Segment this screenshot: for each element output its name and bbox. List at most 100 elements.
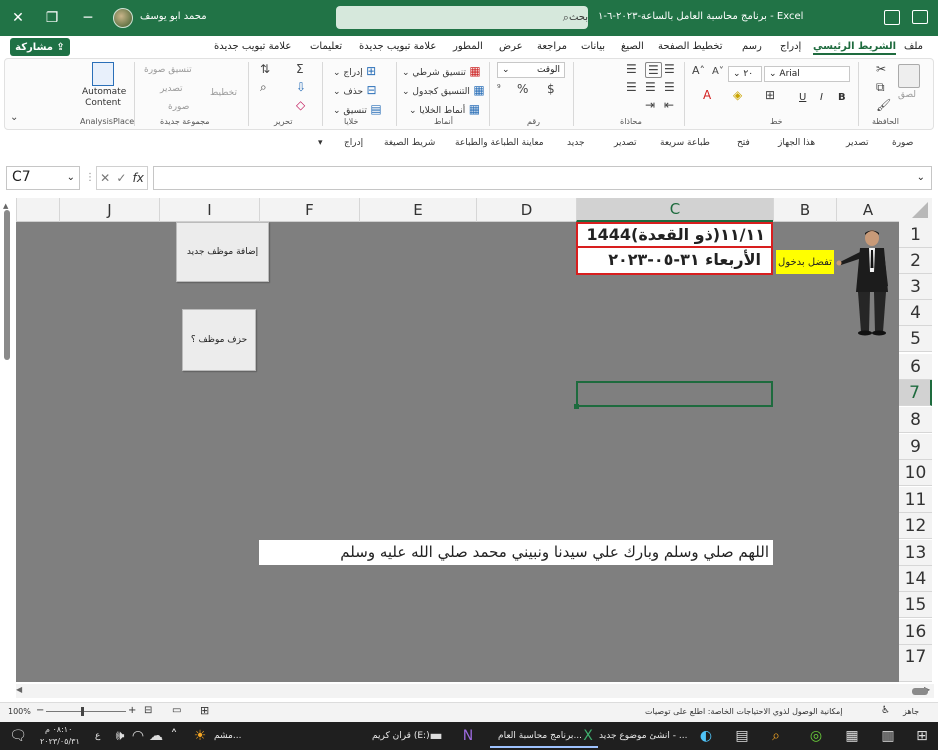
paste-icon[interactable] [898, 64, 920, 88]
layout-button[interactable]: تخطيط [210, 88, 237, 98]
tab-home[interactable]: الشريط الرئيسي [813, 41, 897, 55]
expand-formula-icon[interactable]: ⌄ [917, 172, 925, 183]
tab-new-1[interactable]: علامة تبويب جديدة [359, 41, 436, 52]
accessibility-status[interactable]: إمكانية الوصول لذوي الاحتياجات الخاصة: ا… [645, 707, 842, 716]
row-header-13[interactable]: 13 [899, 540, 932, 566]
qat-this-device[interactable]: هذا الجهاز [778, 138, 815, 148]
task-item-new-topic[interactable]: انشئ موضوع جديد - ... [599, 731, 687, 741]
delete-employee-button[interactable]: حزف موظف ؟ [182, 309, 256, 371]
scroll-up-icon[interactable]: ▲ [3, 202, 8, 210]
align-left-icon[interactable]: ☰ [626, 80, 637, 94]
row-header-8[interactable]: 8 [899, 407, 932, 433]
page-layout-view-icon[interactable]: ▭ [172, 705, 181, 716]
tab-new-2[interactable]: علامة تبويب جديدة [214, 41, 291, 52]
find-select-icon[interactable]: ⌕ [260, 80, 267, 95]
name-box[interactable]: C7 ⌄ [6, 166, 80, 190]
column-header-a[interactable]: A [836, 198, 899, 222]
row-header-7[interactable]: 7 [899, 380, 932, 406]
insert-function-button[interactable]: fx [133, 171, 144, 185]
qat-new[interactable]: جديد [567, 138, 585, 148]
calculator-icon[interactable]: ▦ [842, 726, 862, 746]
onenote-icon[interactable]: N [458, 726, 478, 746]
row-header-15[interactable]: 15 [899, 592, 932, 618]
task-view-icon[interactable]: ▥ [878, 726, 898, 746]
decrease-font-icon[interactable]: A˅ [712, 66, 724, 77]
volume-icon[interactable]: 🕪 [110, 726, 130, 746]
font-color-icon[interactable]: A [703, 88, 711, 102]
row-header-3[interactable]: 3 [899, 274, 932, 300]
cloud-icon[interactable]: ☁ [146, 726, 166, 746]
login-button[interactable]: تفضل بدخول [776, 250, 834, 274]
zoom-level[interactable]: 100% [8, 707, 31, 716]
column-header-i[interactable]: I [159, 198, 259, 222]
font-size-dropdown[interactable]: ⌄ ٢٠ [728, 66, 762, 82]
cut-icon[interactable]: ✂ [876, 62, 886, 76]
tab-draw[interactable]: رسم [742, 41, 762, 52]
align-top-icon[interactable]: ☰ [664, 62, 675, 76]
chevron-up-icon[interactable]: ˄ [164, 726, 184, 746]
percent-button[interactable]: % [517, 82, 528, 96]
format-as-table-button[interactable]: ⌄ التنسيق كجدول ▦ [402, 83, 485, 97]
comma-style-icon[interactable]: ⁹ [497, 84, 501, 94]
restore-button[interactable]: ❐ [34, 0, 70, 36]
tab-insert[interactable]: إدراج [780, 41, 801, 52]
row-header-6[interactable]: 6 [899, 354, 932, 380]
qat-export[interactable]: تصدير [846, 138, 869, 148]
tab-formulas[interactable]: الصيغ [621, 41, 644, 52]
edge-icon[interactable]: ◐ [696, 726, 716, 746]
underline-button[interactable]: U [799, 92, 806, 103]
cell-c2-gregorian-date[interactable]: الأربعاء ٣١-٠٥-٢٠٢٣ [576, 248, 773, 275]
align-center-icon[interactable]: ☰ [645, 80, 656, 94]
delete-cells-button[interactable]: ⌄ حذف ⊟ [333, 83, 377, 97]
tab-view[interactable]: عرض [499, 41, 523, 52]
sort-filter-icon[interactable]: ⇅ [260, 62, 270, 76]
tab-file[interactable]: ملف [904, 41, 923, 52]
qat-formula-bar[interactable]: شريط الصيغة [384, 138, 435, 148]
scroll-left-icon[interactable]: ◀ [16, 685, 22, 694]
copy-icon[interactable]: ⧉ [876, 80, 885, 95]
avatar[interactable] [113, 8, 133, 28]
share-button[interactable]: مشاركة ⇪ [10, 38, 70, 56]
normal-view-icon[interactable]: ⊞ [200, 704, 209, 717]
zoom-out-icon[interactable]: − [36, 705, 44, 716]
task-item-weather[interactable]: مشم... [214, 731, 241, 741]
format-painter-icon[interactable]: 🖌 [876, 98, 891, 112]
browser-icon[interactable]: ◎ [806, 726, 826, 746]
tab-help[interactable]: تعليمات [310, 41, 342, 52]
qat-open[interactable]: فتح [737, 138, 750, 148]
row-header-1[interactable]: 1 [899, 222, 932, 248]
export-button[interactable]: تصدير [160, 84, 183, 94]
bold-button[interactable]: B [838, 92, 846, 103]
format-cells-button[interactable]: ⌄ تنسيق ▤ [333, 102, 382, 116]
select-all-corner[interactable] [899, 198, 932, 222]
row-header-2[interactable]: 2 [899, 248, 932, 274]
align-right-icon[interactable]: ☰ [664, 80, 675, 94]
currency-icon[interactable]: $ [547, 82, 555, 96]
qat-image[interactable]: صورة [892, 138, 913, 148]
task-item-excel[interactable]: برنامج محاسبة العام... [498, 731, 582, 741]
align-bottom-icon[interactable]: ☰ [626, 62, 637, 76]
italic-button[interactable]: I [820, 92, 823, 103]
qat-insert[interactable]: إدراج [344, 138, 363, 148]
sheet-grid[interactable] [16, 222, 899, 682]
wifi-icon[interactable]: ◠ [128, 726, 148, 746]
weather-icon[interactable]: ☀ [190, 726, 210, 746]
indent-increase-icon[interactable]: ⇤ [664, 98, 674, 112]
tab-page-layout[interactable]: تخطيط الصفحة [658, 41, 723, 52]
row-header-9[interactable]: 9 [899, 434, 932, 460]
borders-icon[interactable]: ⊞ [765, 88, 775, 102]
task-item-quran[interactable]: قران كريم (E:) [372, 731, 430, 741]
cell-a13-prayer-text[interactable]: اللهم صلي وسلم وبارك علي سيدنا ونبيني مح… [259, 540, 773, 565]
increase-font-icon[interactable]: A˄ [692, 64, 705, 77]
tab-developer[interactable]: المطور [453, 41, 483, 52]
start-button[interactable]: ⊞ [912, 726, 932, 746]
font-name-dropdown[interactable]: ⌄ Arial [764, 66, 850, 82]
cancel-icon[interactable]: ✕ [100, 171, 110, 185]
column-header-j[interactable]: J [59, 198, 159, 222]
horizontal-scrollbar[interactable] [16, 684, 934, 698]
qat-print-preview[interactable]: معاينة الطباعة والطباعة [455, 138, 544, 148]
notepad-icon[interactable]: ▤ [732, 726, 752, 746]
clock-time[interactable]: ٠٨:١٠ م [45, 725, 72, 734]
save-icon[interactable] [884, 10, 900, 25]
notification-icon[interactable]: 🗨 [8, 726, 28, 746]
